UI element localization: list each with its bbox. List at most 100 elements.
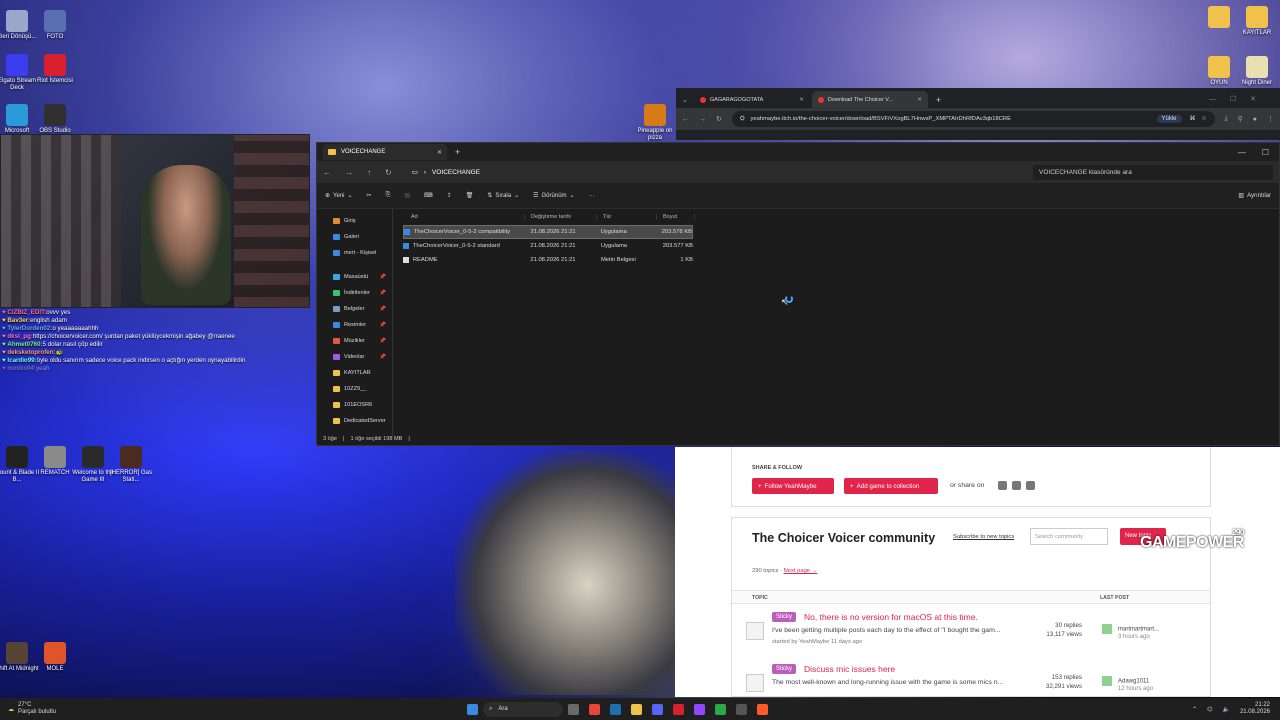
community-search-input[interactable]: Search community: [1030, 528, 1108, 545]
desktop-icon[interactable]: [HERROR] Gas Stati...: [108, 446, 154, 484]
tray-chevron-icon[interactable]: ⌃: [1192, 706, 1197, 713]
site-info-icon[interactable]: ⛭: [740, 116, 745, 123]
explorer-tab[interactable]: VOICECHANGE ✕: [323, 144, 447, 160]
facebook-icon[interactable]: [1026, 481, 1035, 490]
bookmark-star-icon[interactable]: ☆: [1201, 116, 1206, 122]
clock[interactable]: 21:22 21.08.2026: [1240, 702, 1270, 716]
subscribe-link[interactable]: Subscribe to new topics: [953, 534, 1014, 540]
file-row[interactable]: TheChoicerVoicer_0-5-2 compatibility 21.0…: [403, 225, 693, 239]
reload-icon[interactable]: ↻: [716, 115, 722, 123]
column-name[interactable]: Ad: [405, 214, 525, 220]
nav-item[interactable]: mert - Kişisel: [317, 245, 392, 261]
nav-item[interactable]: Videolar 📌: [317, 349, 392, 365]
desktop-icon[interactable]: KAYITLAR: [1234, 6, 1280, 37]
nav-item[interactable]: Galeri: [317, 229, 392, 245]
install-button[interactable]: Yükle: [1156, 115, 1182, 123]
topic-title-link[interactable]: Discuss mic issues here: [804, 664, 895, 674]
new-tab-button[interactable]: +: [455, 147, 460, 157]
last-post-user[interactable]: Adawg1011: [1118, 679, 1149, 685]
window-controls[interactable]: —☐✕: [1209, 95, 1280, 108]
column-date[interactable]: Değiştirme tarihi: [525, 214, 597, 220]
weather-widget[interactable]: ☁ 27°C Parçalı bulutlu: [0, 702, 200, 716]
close-tab-icon[interactable]: ✕: [917, 97, 922, 103]
profile-avatar[interactable]: ●: [1253, 116, 1257, 123]
desktop-icon[interactable]: Pineapple on pizza: [632, 104, 678, 142]
settings-icon[interactable]: [736, 703, 747, 715]
last-post-user[interactable]: martmartmart...: [1118, 627, 1159, 633]
nav-item[interactable]: DedicatedServer: [317, 413, 392, 429]
topic-row[interactable]: Sticky No, there is no version for macOS …: [732, 606, 1210, 658]
minimize-button[interactable]: —: [1238, 148, 1246, 157]
nav-item[interactable]: Müzikler 📌: [317, 333, 392, 349]
back-icon[interactable]: ←: [323, 168, 331, 177]
view-button[interactable]: ☰ Görünüm ⌄: [533, 192, 574, 200]
breadcrumb[interactable]: ▭ › VOICECHANGE: [412, 168, 1012, 177]
nav-item[interactable]: İndirilenler 📌: [317, 285, 392, 301]
desktop-icon[interactable]: Riot İstemcisi: [32, 54, 78, 85]
chrome-icon[interactable]: [589, 703, 600, 715]
file-explorer-icon[interactable]: [631, 703, 642, 715]
cut-icon[interactable]: ✂: [367, 192, 372, 199]
file-row[interactable]: TheChoicerVoicer_0-5-2 standard 21.08.202…: [403, 239, 693, 253]
nav-item[interactable]: Giriş: [317, 213, 392, 229]
nav-item[interactable]: Resimler 📌: [317, 317, 392, 333]
delete-icon[interactable]: 🗑: [466, 192, 474, 199]
details-button[interactable]: ▥ Ayrıntılar: [1238, 192, 1271, 200]
maximize-button[interactable]: ☐: [1262, 148, 1269, 157]
more-options-button[interactable]: ···: [589, 193, 595, 199]
close-tab-icon[interactable]: ✕: [437, 149, 442, 156]
menu-icon[interactable]: ⋮: [1267, 115, 1274, 123]
close-tab-icon[interactable]: ✕: [799, 97, 804, 103]
forward-icon[interactable]: →: [699, 116, 706, 123]
nav-item[interactable]: Masaüstü 📌: [317, 269, 392, 285]
file-row[interactable]: README 21.08.2026 21:21 Metin Belgesi 1 KB: [403, 253, 693, 267]
translate-icon[interactable]: ⌘: [1190, 116, 1196, 122]
column-type[interactable]: Tür: [597, 214, 657, 220]
forward-icon[interactable]: →: [345, 168, 353, 177]
nav-item[interactable]: Belgeler 📌: [317, 301, 392, 317]
add-collection-button[interactable]: + Add game to collection: [844, 478, 938, 494]
tab-search-icon[interactable]: ⌄: [682, 96, 692, 108]
nav-item[interactable]: 10ZZ9__: [317, 381, 392, 397]
desktop-icon[interactable]: MOLE: [32, 642, 78, 673]
taskbar-search[interactable]: ⌕ Ara: [483, 701, 563, 717]
rename-icon[interactable]: ⌨: [424, 192, 433, 199]
terminal-icon[interactable]: [715, 703, 726, 715]
share-icon[interactable]: ⇪: [447, 192, 452, 199]
discord-icon[interactable]: [652, 703, 663, 715]
nav-item[interactable]: KAYITLAR: [317, 365, 392, 381]
desktop-icon[interactable]: FOTO: [32, 10, 78, 41]
twitter-icon[interactable]: [1012, 481, 1021, 490]
paste-icon[interactable]: ▤: [404, 192, 410, 199]
steam-icon[interactable]: [610, 703, 621, 715]
tumblr-icon[interactable]: [998, 481, 1007, 490]
copy-icon[interactable]: ⎘: [386, 192, 391, 199]
nav-item[interactable]: 101EOSR6: [317, 397, 392, 413]
app-icon[interactable]: [757, 703, 768, 715]
volume-icon[interactable]: 🔈: [1222, 706, 1229, 713]
new-tab-button[interactable]: +: [930, 95, 941, 108]
network-icon[interactable]: ⌬: [1207, 706, 1212, 713]
twitch-icon[interactable]: [694, 703, 705, 715]
browser-tab-2[interactable]: Download The Choicer V... ✕: [811, 91, 928, 108]
back-icon[interactable]: ←: [682, 116, 689, 123]
download-icon[interactable]: ⤓: [1225, 115, 1228, 123]
start-icon[interactable]: [467, 703, 478, 715]
riot-icon[interactable]: [673, 703, 684, 715]
topic-title-link[interactable]: No, there is no version for macOS at thi…: [804, 612, 978, 622]
address-bar[interactable]: ⛭ yeahmaybe.itch.io/the-choicer-voicer/d…: [731, 111, 1215, 127]
column-size[interactable]: Boyut: [657, 214, 695, 220]
sort-button[interactable]: ⇅ Sırala ⌄: [487, 192, 519, 200]
extensions-icon[interactable]: ⚲: [1238, 115, 1243, 123]
task-view-icon[interactable]: [568, 703, 579, 715]
breadcrumb-item[interactable]: VOICECHANGE: [432, 169, 480, 176]
refresh-icon[interactable]: ↻: [385, 168, 392, 177]
up-icon[interactable]: ↑: [367, 168, 371, 177]
follow-button[interactable]: + Follow YeahMaybe: [752, 478, 834, 494]
new-button[interactable]: ⊕ Yeni ⌄: [325, 192, 353, 200]
search-input[interactable]: VOICECHANGE klasöründe ara: [1033, 164, 1273, 180]
desktop-icon[interactable]: Night Diner: [1234, 56, 1280, 87]
next-page-link[interactable]: Next page →: [784, 568, 818, 574]
browser-tab-1[interactable]: GAGARAGOGOTATA ✕: [694, 91, 810, 108]
desktop-icon[interactable]: OBS Studio: [32, 104, 78, 135]
